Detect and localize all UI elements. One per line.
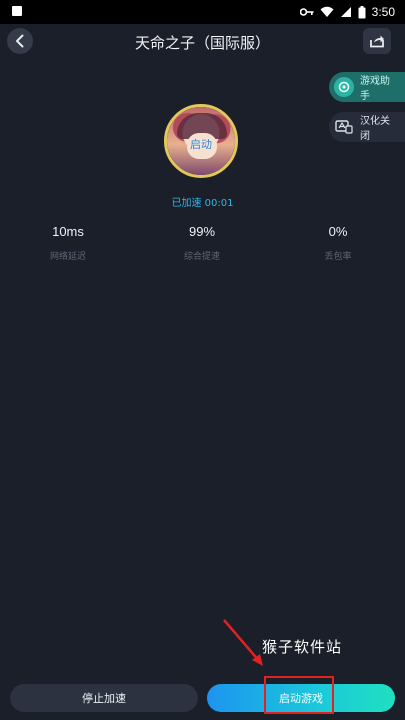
- header: 天命之子（国际服）: [0, 24, 405, 60]
- translate-icon: [334, 117, 354, 137]
- stat-value: 0%: [328, 224, 348, 239]
- game-assistant-label: 游戏助手: [360, 76, 390, 102]
- watermark-text: 猴子软件站: [262, 638, 343, 656]
- wifi-icon: [320, 6, 334, 17]
- game-avatar[interactable]: 启动: [164, 104, 238, 178]
- stat-label: 综合提速: [183, 252, 220, 262]
- annotation-arrow-icon: [223, 619, 263, 666]
- status-bar: 3:50: [0, 0, 405, 24]
- stat-value: 99%: [188, 224, 216, 239]
- battery-icon: [358, 5, 366, 18]
- annotation-highlight-box: [264, 676, 334, 714]
- chinese-translation-label: 汉化关闭: [360, 116, 390, 142]
- game-assistant-icon: [334, 77, 354, 97]
- page-title: 天命之子（国际服）: [134, 34, 270, 52]
- stop-acceleration-button[interactable]: 停止加速: [10, 684, 198, 712]
- stat-label: 丢包率: [324, 252, 352, 262]
- signal-icon: [340, 7, 351, 17]
- share-button[interactable]: [363, 28, 391, 54]
- stat-speedup: 99% 综合提速: [142, 224, 262, 262]
- share-icon: [370, 35, 384, 48]
- stat-label: 网络延迟: [49, 252, 86, 262]
- chinese-translation-toggle[interactable]: 汉化关闭: [329, 112, 405, 142]
- acceleration-status: 已加速 00:01: [171, 198, 234, 209]
- stat-packet-loss: 0% 丢包率: [278, 224, 398, 262]
- status-icons: 3:50: [299, 3, 395, 21]
- game-assistant-button[interactable]: 游戏助手: [329, 72, 405, 102]
- stat-latency: 10ms 网络延迟: [8, 224, 128, 262]
- status-time: 3:50: [371, 5, 395, 19]
- key-icon: [299, 8, 314, 16]
- avatar-overlay-text: 启动: [190, 138, 212, 151]
- stat-value: 10ms: [52, 224, 84, 239]
- notification-icon: [12, 6, 22, 16]
